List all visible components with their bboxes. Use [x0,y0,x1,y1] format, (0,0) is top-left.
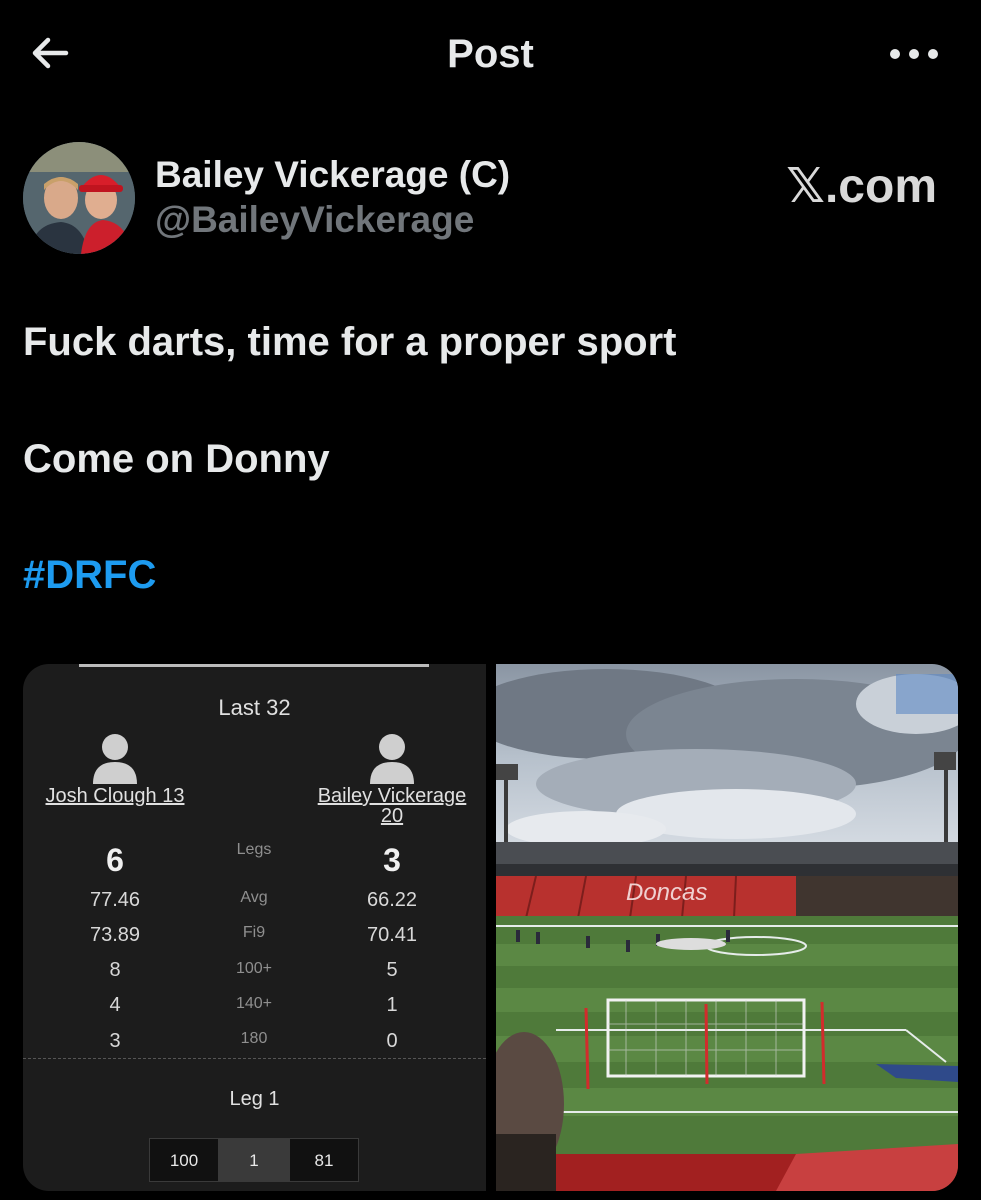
avatar-photo [23,142,135,254]
stat-value: 73.89 [89,924,141,946]
player1-name[interactable]: Josh Clough 13 [31,786,199,806]
darts-screenshot[interactable]: Last 32 Josh Clough 13 Bailey Vickerage … [23,664,486,1191]
post-text-line: Fuck darts, time for a proper sport [23,320,677,364]
cropped-text-edge [79,664,429,667]
top-bar: Post [0,0,981,112]
stat-value: 0 [386,1030,398,1052]
hashtag-link[interactable]: #DRFC [23,553,156,598]
stat-value: 66.22 [366,889,418,911]
stat-value: 4 [109,994,121,1016]
stat-label: Fi9 [242,924,266,941]
stat-label: 100+ [235,960,273,977]
avatar[interactable] [23,142,135,254]
round-label: Last 32 [218,695,291,720]
stadium-illustration: Doncas [496,664,958,1191]
author-handle[interactable]: @BaileyVickerage [155,199,474,241]
score-cell: 100 [149,1138,219,1182]
more-button[interactable] [887,42,941,66]
stat-value: 3 [383,842,401,878]
leg-title: Leg 1 [229,1088,280,1110]
player2-seed: 20 [380,805,404,827]
stat-value: 8 [109,959,121,981]
watermark: 𝕏.com [786,160,937,213]
score-cell: 81 [289,1138,359,1182]
stat-label: Avg [240,889,268,906]
stat-label: Legs [236,841,272,858]
stat-value: 70.41 [366,924,418,946]
stat-value: 6 [106,842,124,878]
score-cell: 1 [219,1138,289,1182]
stat-label: 140+ [235,995,273,1012]
player2-name-line: Bailey Vickerage [317,785,467,807]
stat-label: 180 [240,1030,268,1047]
divider [23,1058,486,1059]
stat-value: 3 [109,1030,121,1052]
user-icon [93,734,137,784]
stat-value: 77.46 [89,889,141,911]
stand-lettering: Doncas [626,879,707,906]
stadium-photo[interactable]: Doncas [496,664,958,1191]
player2-name[interactable]: Bailey Vickerage 20 [307,786,477,826]
stat-value: 5 [386,959,398,981]
post-text-line: Come on Donny [23,437,330,481]
media-grid: Last 32 Josh Clough 13 Bailey Vickerage … [23,664,958,1191]
page-title: Post [447,32,534,76]
author-name[interactable]: Bailey Vickerage (C) [155,154,510,196]
stat-value: 1 [386,994,398,1016]
user-icon [370,734,414,784]
more-horizontal-icon [890,49,938,59]
